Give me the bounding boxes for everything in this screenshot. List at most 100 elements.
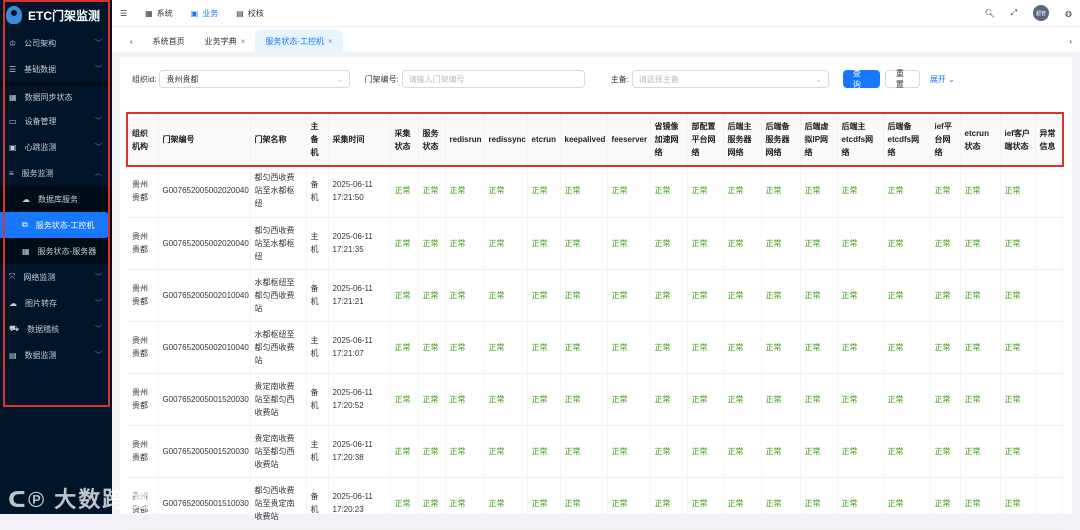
org-select[interactable]: 贵州贵都 ⌄ <box>159 70 351 88</box>
sidebar-item-menu[interactable]: ▦ 数据同步状态 <box>0 82 112 108</box>
grid-icon: ▦ <box>22 246 30 256</box>
sidebar-item-menu[interactable]: ≡ 服务监测 ︿ <box>0 160 112 186</box>
status-cell: 正常 <box>445 269 485 322</box>
cell-org: 贵州贵都 <box>128 373 159 426</box>
status-cell: 正常 <box>650 373 688 426</box>
expand-button[interactable]: 展开 ⌄ <box>930 74 955 85</box>
gantry-label: 门架编号: <box>364 74 399 84</box>
chevron-down-icon: ⌄ <box>948 74 955 84</box>
monitor-icon: ▣ <box>9 142 17 152</box>
close-icon[interactable]: × <box>328 37 333 46</box>
status-cell: 正常 <box>800 373 838 426</box>
language-icon[interactable]: ◍ <box>1065 9 1072 18</box>
status-cell: 正常 <box>418 373 446 426</box>
status-cell: 正常 <box>390 477 419 530</box>
column-header: 采集时间 <box>328 114 391 165</box>
sidebar-item-sub[interactable]: ⧉ 服务状态-工控机 <box>0 212 109 238</box>
cell-name: 贵定南收费站至都匀西收费站 <box>250 373 307 426</box>
status-table: 组织机构 门架编号 门架名称 主备机 采集时间 采集状态 服务状态 redisrun redis… <box>126 112 1064 530</box>
column-header: 异常信息 <box>1035 114 1063 165</box>
search-icon[interactable]: 🔍︎ <box>984 9 994 18</box>
menu-toggle-icon[interactable]: ☰ <box>120 9 127 18</box>
table-row[interactable]: 贵州贵都 G007652005002010040 水都枢纽至都匀西收费站 主机 2025… <box>128 321 1063 374</box>
app-title: ETC门架监测 <box>28 8 101 23</box>
filter-bar: 组织id: 贵州贵都 ⌄ 门架编号: 请输入门架编号 主备: 请选择主备 ⌄ 查 询… <box>132 69 955 89</box>
close-icon[interactable]: × <box>241 37 246 46</box>
cell-name: 贵定南收费站至都匀西收费站 <box>250 425 307 478</box>
role-select[interactable]: 请选择主备 ⌄ <box>631 70 829 88</box>
watermark-text: 大数跨境 <box>54 487 151 512</box>
cell-time: 2025-06-11 17:20:38 <box>328 425 391 478</box>
table-row[interactable]: 贵州贵都 G007652005002020040 都匀西收费站至水都枢纽 主机 2025… <box>128 217 1063 270</box>
tab-label: 系统首页 <box>152 36 185 46</box>
avatar[interactable]: 超管 <box>1033 5 1050 21</box>
query-button[interactable]: 查 询 <box>842 69 880 89</box>
car-icon: ⛟ <box>9 324 20 333</box>
status-cell: 正常 <box>837 217 884 270</box>
status-cell: 正常 <box>761 217 801 270</box>
sidebar-item-sub[interactable]: ☁ 数据库服务 <box>0 186 112 212</box>
status-cell: 正常 <box>1000 321 1036 374</box>
cell-time: 2025-06-11 17:20:23 <box>328 477 391 530</box>
sidebar-item-menu[interactable]: ☁ 图片转存 ﹀ <box>0 290 112 316</box>
status-cell: 正常 <box>650 477 688 530</box>
gantry-input[interactable]: 请输入门架编号 <box>401 70 585 88</box>
status-cell: 正常 <box>418 425 446 478</box>
submenu: ☁ 数据库服务 ⧉ 服务状态-工控机 ▦ 服务状态-服务器 <box>0 186 112 264</box>
sidebar-item-menu[interactable]: ▣ 心跳监测 ﹀ <box>0 134 112 160</box>
grid-icon: ▦ <box>9 92 17 102</box>
cell-id: G007652005002010040 <box>158 269 251 322</box>
tab-service-status-ipc[interactable]: 服务状态-工控机 × <box>255 30 343 52</box>
status-cell: 正常 <box>445 165 485 218</box>
status-cell: 正常 <box>484 269 528 322</box>
sidebar-item-label: 设备管理 <box>24 116 57 126</box>
sidebar-item-menu[interactable]: ⛟ 数据稽核 ﹀ <box>0 316 112 342</box>
chevron-down-icon: ﹀ <box>95 66 102 73</box>
cell-id: G007652005001520030 <box>158 425 251 478</box>
reset-button[interactable]: 重 置 <box>884 69 920 89</box>
sidebar-item-menu[interactable]: ☰ 基础数据 ﹀ <box>0 56 112 82</box>
nav-business[interactable]: ▣ 业务 <box>191 8 219 19</box>
table-row[interactable]: 贵州贵都 G007652005002020040 都匀西收费站至水都枢纽 备机 2025… <box>128 165 1063 218</box>
status-cell: 正常 <box>607 477 651 530</box>
cell-error-info <box>1035 321 1063 374</box>
table-row[interactable]: 贵州贵都 G007652005001520030 贵定南收费站至都匀西收费站 主机 20… <box>128 425 1063 478</box>
status-cell: 正常 <box>687 165 724 218</box>
table-row[interactable]: 贵州贵都 G007652005002010040 水都枢纽至都匀西收费站 备机 2025… <box>128 269 1063 322</box>
gantry-placeholder: 请输入门架编号 <box>408 74 465 84</box>
cell-role: 主机 <box>306 425 329 478</box>
fullscreen-icon[interactable]: ⤢ <box>1011 8 1017 18</box>
cell-time: 2025-06-11 17:21:21 <box>328 269 391 322</box>
cell-org: 贵州贵都 <box>128 217 159 270</box>
cell-id: G007652005002020040 <box>158 165 251 218</box>
chevron-down-icon: ﹀ <box>95 144 102 151</box>
tab-bar: ‹ 系统首页 业务字典 × 服务状态-工控机 × › <box>112 27 1080 52</box>
tab-scroll-left[interactable]: ‹ <box>120 30 143 52</box>
status-cell: 正常 <box>607 165 651 218</box>
tab-dictionary[interactable]: 业务字典 × <box>195 30 256 52</box>
nav-check[interactable]: ▤ 校核 <box>236 8 264 19</box>
status-cell: 正常 <box>837 321 884 374</box>
sidebar-item-label: 基础数据 <box>24 64 57 74</box>
column-header: feeserver <box>607 114 651 165</box>
cell-id: G007652005001510030 <box>158 477 251 530</box>
sidebar-item-menu[interactable]: ⤧ 网络监测 ﹀ <box>0 264 112 290</box>
table-row[interactable]: 贵州贵都 G007652005001510030 都匀西收费站至贵定南收费站 备机 20… <box>128 477 1063 530</box>
column-header: 部配置平台网络 <box>687 114 724 165</box>
sidebar-item-label: 数据稽核 <box>27 324 60 334</box>
column-header: 省镜像加速网络 <box>650 114 688 165</box>
table-row[interactable]: 贵州贵都 G007652005001520030 贵定南收费站至都匀西收费站 备机 20… <box>128 373 1063 426</box>
status-cell: 正常 <box>687 217 724 270</box>
status-cell: 正常 <box>527 217 561 270</box>
nav-system[interactable]: ▦ 系统 <box>145 8 173 19</box>
tab-scroll-right[interactable]: › <box>1061 37 1080 52</box>
sidebar-item-menu[interactable]: ▭ 设备管理 ﹀ <box>0 108 112 134</box>
status-cell: 正常 <box>527 321 561 374</box>
sidebar-item-menu[interactable]: ♔ 公司架构 ﹀ <box>0 30 112 56</box>
sidebar-item-menu[interactable]: ▤ 数据监测 ﹀ <box>0 342 112 368</box>
sidebar-item-sub[interactable]: ▦ 服务状态-服务器 <box>0 238 112 264</box>
status-cell: 正常 <box>761 477 801 530</box>
status-cell: 正常 <box>607 217 651 270</box>
status-cell: 正常 <box>390 321 419 374</box>
tab-home[interactable]: 系统首页 <box>143 30 195 52</box>
